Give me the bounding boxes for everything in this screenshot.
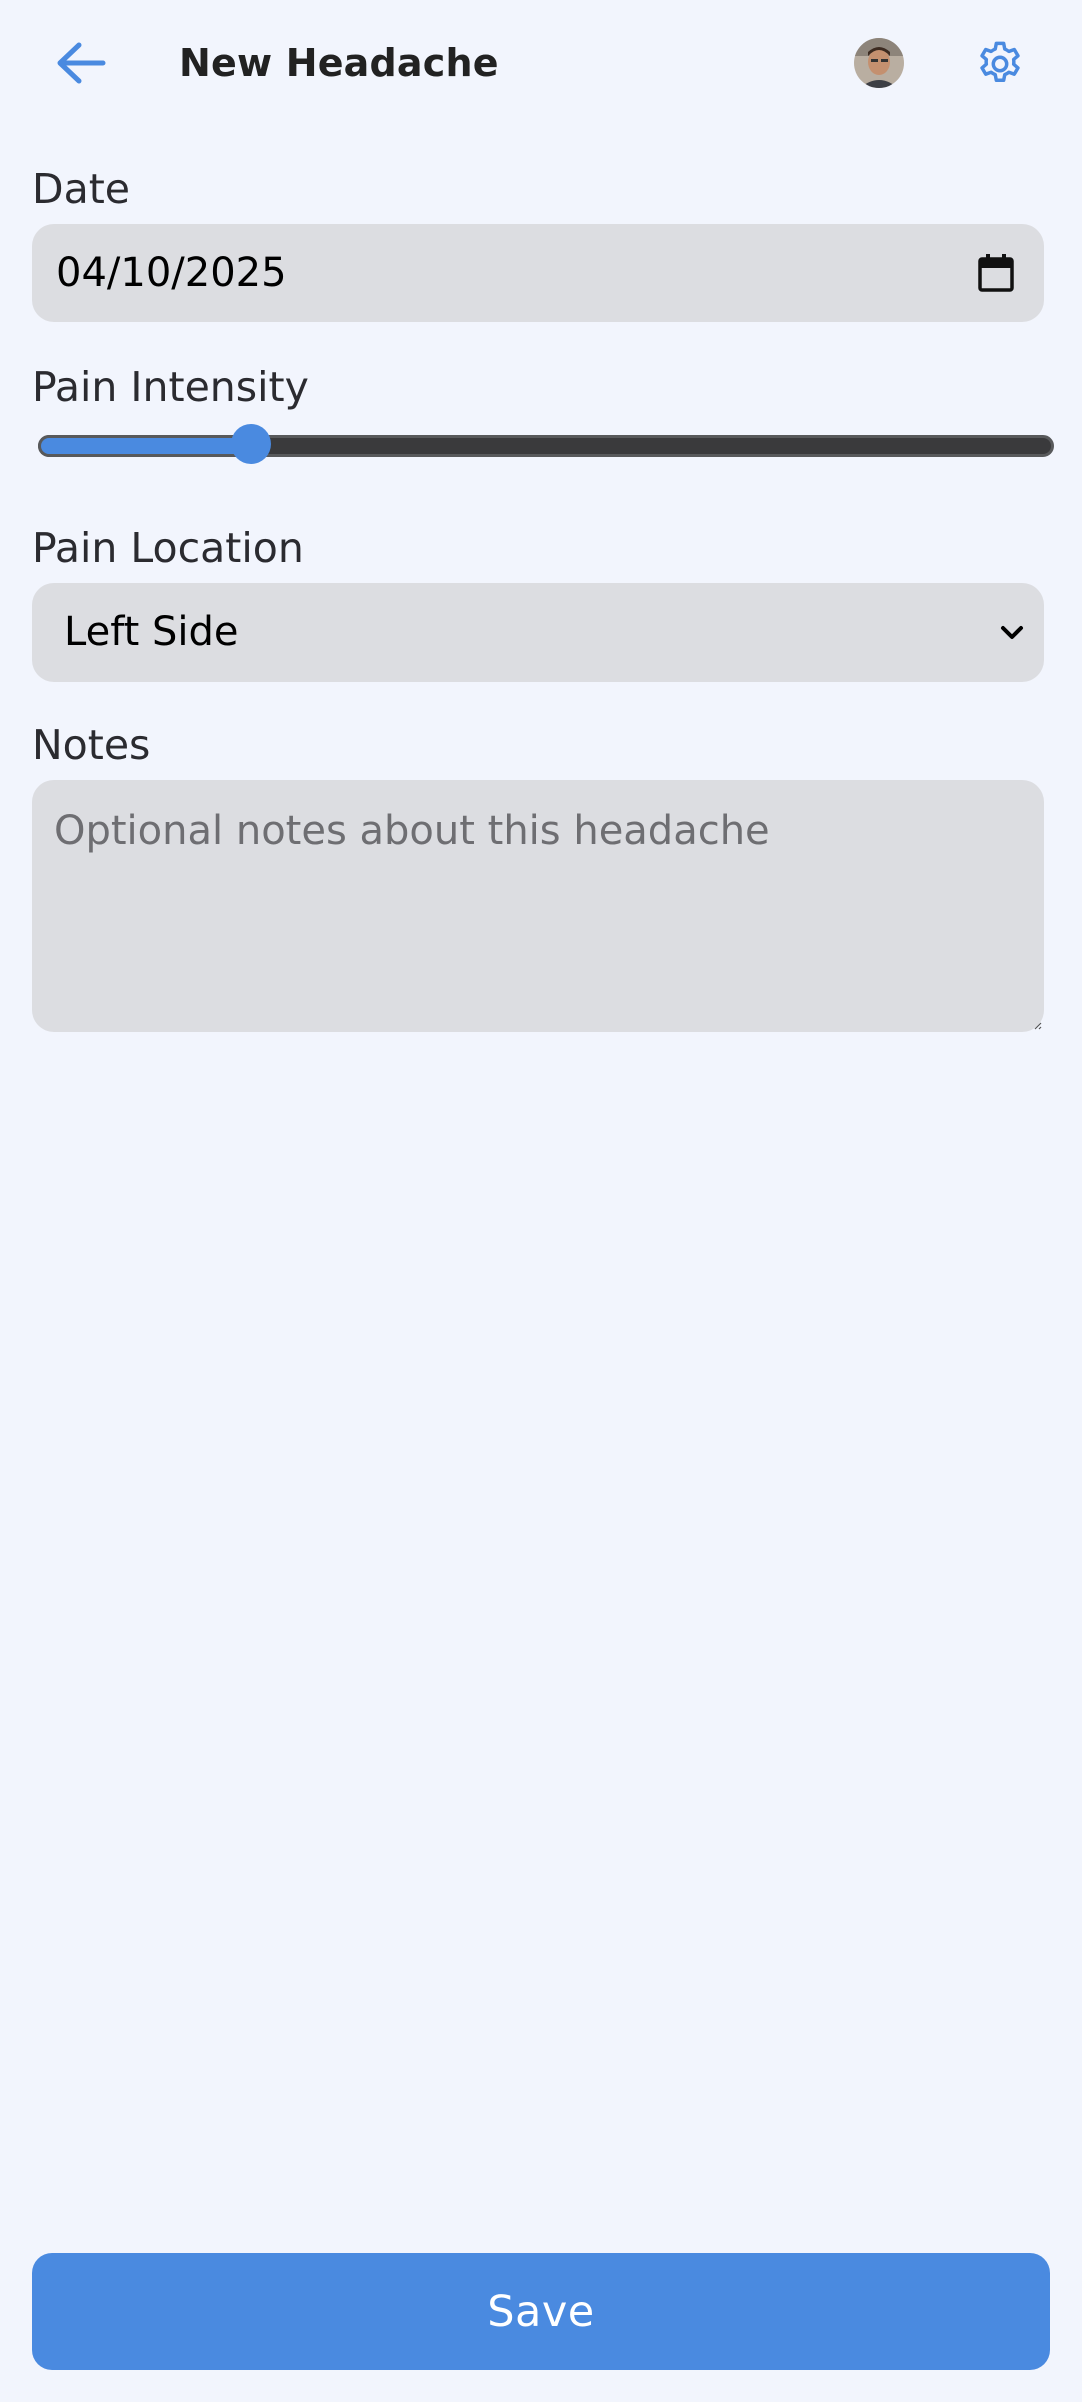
avatar[interactable]	[854, 38, 904, 88]
page-title: New Headache	[179, 41, 499, 85]
notes-textarea[interactable]: Optional notes about this headache	[32, 780, 1044, 1032]
chevron-down-icon	[1001, 626, 1023, 639]
pain-location-select[interactable]: Left Side	[32, 583, 1044, 682]
settings-button[interactable]	[970, 34, 1030, 94]
notes-label: Notes	[32, 721, 151, 769]
new-headache-screen: New Headache Date 04/10/2025 Pain Intens…	[0, 0, 1082, 2402]
slider-thumb[interactable]	[231, 424, 271, 464]
date-input[interactable]: 04/10/2025	[32, 224, 1044, 322]
date-label: Date	[32, 165, 130, 213]
slider-fill	[38, 435, 251, 457]
user-photo-icon	[854, 38, 904, 88]
date-value: 04/10/2025	[56, 250, 287, 296]
save-button[interactable]: Save	[32, 2253, 1050, 2370]
app-header: New Headache	[0, 0, 1082, 126]
back-button[interactable]	[46, 30, 116, 96]
calendar-icon[interactable]	[978, 254, 1014, 292]
pain-intensity-slider[interactable]	[38, 424, 1054, 464]
notes-placeholder: Optional notes about this headache	[54, 808, 770, 854]
gear-icon	[980, 41, 1020, 82]
pain-intensity-label: Pain Intensity	[32, 363, 309, 411]
arrow-left-icon	[57, 42, 106, 84]
resize-grip-icon[interactable]	[1032, 1020, 1042, 1030]
pain-location-value: Left Side	[64, 609, 239, 655]
pain-location-label: Pain Location	[32, 524, 304, 572]
